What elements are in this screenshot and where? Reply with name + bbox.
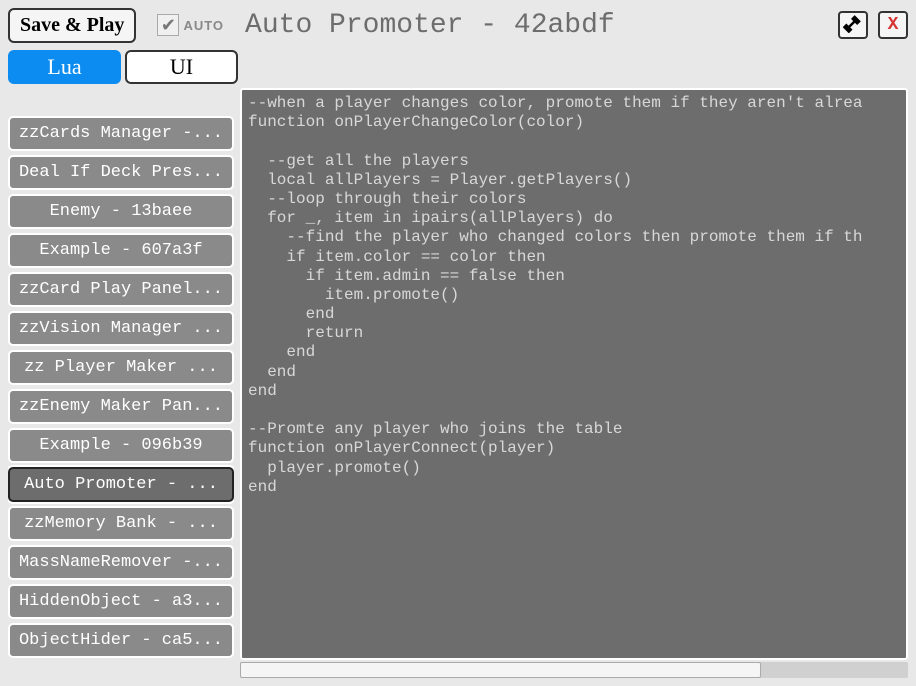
script-list-item[interactable]: zzCards Manager -... xyxy=(8,116,234,151)
tab-lua[interactable]: Lua xyxy=(8,50,121,84)
script-list-item[interactable]: Auto Promoter - ... xyxy=(8,467,234,502)
script-list-scroll[interactable]: zzCards Manager -... Deal If Deck Pres...… xyxy=(8,88,234,678)
script-list-item[interactable]: zz Player Maker ... xyxy=(8,350,234,385)
script-list-item[interactable]: zzMemory Bank - ... xyxy=(8,506,234,541)
auto-label: AUTO xyxy=(183,18,224,33)
script-list-item[interactable]: zzCard Play Panel... xyxy=(8,272,234,307)
script-list-item[interactable]: zzVision Manager ... xyxy=(8,311,234,346)
script-list-item[interactable]: Example - 096b39 xyxy=(8,428,234,463)
code-editor[interactable]: --when a player changes color, promote t… xyxy=(240,88,908,660)
script-list-item[interactable]: Enemy - 13baee xyxy=(8,194,234,229)
script-list-item[interactable]: Deal If Deck Pres... xyxy=(8,155,234,190)
close-button[interactable]: X xyxy=(878,11,908,39)
script-list-item[interactable]: zzEnemy Maker Pan... xyxy=(8,389,234,424)
save-and-play-button[interactable]: Save & Play xyxy=(8,8,136,43)
script-list-item[interactable]: ObjectHider - ca5... xyxy=(8,623,234,658)
script-list-sidebar: zzCards Manager -... Deal If Deck Pres...… xyxy=(8,88,234,678)
tab-ui[interactable]: UI xyxy=(125,50,238,84)
script-list-item[interactable]: MassNameRemover -... xyxy=(8,545,234,580)
script-list-item[interactable]: Example - 607a3f xyxy=(8,233,234,268)
auto-checkbox[interactable]: ✔ xyxy=(157,14,179,36)
script-list-item[interactable]: HiddenObject - a3... xyxy=(8,584,234,619)
tools-button[interactable] xyxy=(838,11,868,39)
auto-checkbox-group: ✔ AUTO xyxy=(157,14,224,36)
script-title: Auto Promoter - 42abdf xyxy=(245,10,832,41)
tools-icon xyxy=(843,13,863,38)
horizontal-scrollbar[interactable] xyxy=(240,662,908,678)
horizontal-scrollbar-thumb[interactable] xyxy=(240,662,761,678)
